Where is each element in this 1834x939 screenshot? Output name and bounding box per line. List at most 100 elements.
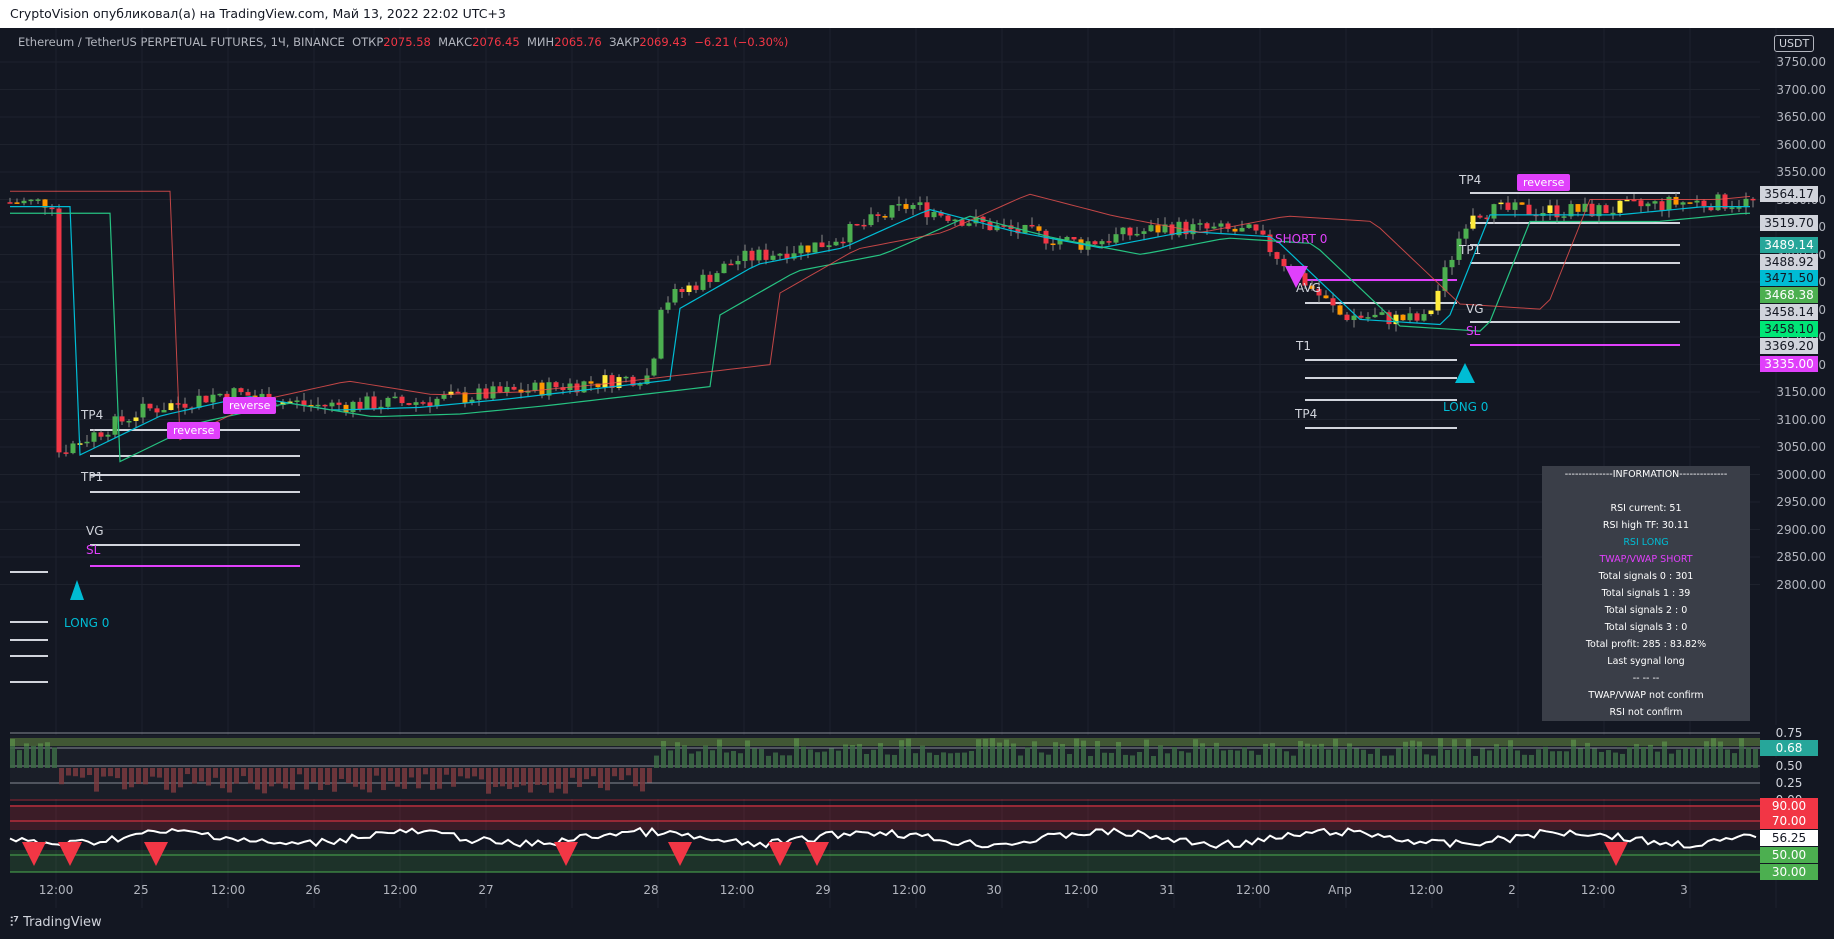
- osc-bar: [570, 768, 575, 778]
- candle-body: [1099, 241, 1105, 245]
- candle-body: [1120, 227, 1126, 235]
- osc-bar: [1445, 750, 1450, 768]
- osc-bar: [549, 768, 554, 793]
- candle-body: [1190, 224, 1196, 235]
- candle-body: [1379, 312, 1385, 315]
- osc-bar: [612, 768, 617, 777]
- osc-bar: [864, 753, 869, 768]
- low-value: 2065.76: [554, 35, 602, 49]
- info-row: -- -- --: [1632, 673, 1660, 684]
- osc-bar: [1249, 750, 1254, 768]
- osc-top-band: [10, 738, 1760, 746]
- price-tick: 3750.00: [1776, 55, 1826, 69]
- candle-body: [476, 388, 482, 400]
- osc-bar: [1606, 750, 1611, 768]
- candle-body: [1330, 298, 1336, 306]
- tp1-label: T1: [1296, 339, 1311, 353]
- candle-body: [385, 397, 391, 407]
- osc-bar: [1585, 742, 1590, 768]
- candle-body: [658, 309, 664, 359]
- candle-body: [35, 199, 41, 201]
- osc-bar: [1627, 747, 1632, 768]
- info-row: Total signals 3 : 0: [1604, 622, 1688, 633]
- candle-body: [1463, 228, 1469, 239]
- candle-body: [966, 223, 972, 226]
- candle-body: [364, 396, 370, 410]
- osc-bar: [787, 755, 792, 768]
- osc-bar: [1564, 751, 1569, 768]
- candle-body: [1750, 198, 1756, 201]
- sl-label: SL: [1466, 324, 1481, 338]
- osc-bar: [1347, 743, 1352, 768]
- price-label: 3489.14: [1760, 237, 1818, 253]
- candle-body: [140, 403, 146, 418]
- candle-body: [1638, 200, 1644, 207]
- osc-bar: [1431, 755, 1436, 768]
- candle-body: [1743, 198, 1749, 208]
- candle-body: [168, 403, 174, 411]
- candle-body: [196, 395, 202, 408]
- candle-body: [1673, 196, 1679, 205]
- candle-body: [56, 208, 62, 453]
- time-tick: 3: [1680, 883, 1688, 897]
- rsi-tick: 30.00: [1760, 864, 1818, 880]
- candle-body: [1092, 241, 1098, 245]
- candle-body: [406, 403, 412, 405]
- candle-body: [1659, 201, 1665, 211]
- candle-body: [896, 204, 902, 206]
- candle-body: [210, 394, 216, 403]
- candle-body: [1680, 202, 1686, 205]
- candle-body: [1351, 315, 1357, 321]
- candle-body: [413, 402, 419, 405]
- time-tick: 31: [1159, 883, 1175, 897]
- candle-body: [623, 376, 629, 379]
- candle-body: [1337, 305, 1343, 315]
- oscillator-pane: [10, 732, 1760, 801]
- tp4-label: TP4: [81, 408, 104, 422]
- reverse-badge: reverse: [1517, 174, 1571, 191]
- time-tick: 12:00: [38, 883, 74, 897]
- osc-bar: [948, 753, 953, 768]
- osc-bar: [1326, 749, 1331, 768]
- price-tick: 3000.00: [1776, 467, 1826, 482]
- rsi-pane: [9, 805, 1760, 873]
- candle-body: [1414, 313, 1420, 321]
- osc-bar: [87, 768, 92, 776]
- candle-body: [105, 434, 111, 437]
- osc-bar: [493, 768, 498, 788]
- candle-body: [1036, 226, 1042, 231]
- candle-body: [182, 403, 188, 408]
- tradingview-logo[interactable]: ⫶⁷ TradingView: [10, 915, 102, 930]
- time-tick: 12:00: [1580, 883, 1616, 897]
- tp1-label: TP1: [81, 470, 104, 484]
- candle-body: [1218, 223, 1224, 227]
- osc-bar: [143, 768, 148, 785]
- candle-body: [819, 242, 825, 248]
- osc-bar: [836, 750, 841, 768]
- candle-body: [1477, 215, 1483, 218]
- candle-body: [1687, 202, 1693, 204]
- candles: [7, 192, 1756, 458]
- candle-body: [735, 260, 741, 265]
- candle-body: [1736, 207, 1742, 209]
- osc-bar: [1228, 749, 1233, 768]
- price-tick: 3150.00: [1776, 385, 1826, 399]
- time-tick: 12:00: [1063, 883, 1099, 897]
- long-triangle-icon: [70, 580, 84, 600]
- candle-body: [1442, 267, 1448, 291]
- price-tick: 2900.00: [1776, 522, 1826, 537]
- candle-body: [315, 404, 321, 407]
- candle-body: [1372, 314, 1378, 318]
- candle-body: [1694, 200, 1700, 203]
- osc-bar: [1389, 755, 1394, 768]
- osc-bar: [934, 754, 939, 768]
- osc-bar: [1368, 753, 1373, 768]
- candle-body: [826, 245, 832, 248]
- osc-bar: [185, 768, 190, 775]
- candle-body: [1729, 207, 1735, 209]
- osc-bar: [1522, 754, 1527, 768]
- price-label: 3468.38: [1760, 287, 1818, 303]
- candle-body: [1050, 243, 1056, 246]
- candle-body: [455, 391, 461, 394]
- symbol-legend: Ethereum / TetherUS PERPETUAL FUTURES, 1…: [18, 35, 788, 49]
